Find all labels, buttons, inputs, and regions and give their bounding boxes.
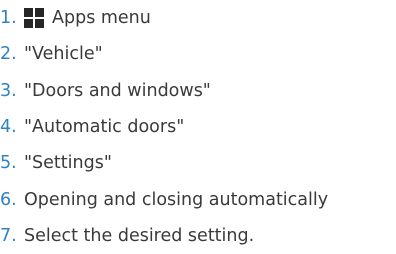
step-number: 7.	[0, 225, 17, 246]
step-item: 3. "Doors and windows"	[0, 73, 396, 109]
step-item: 2. "Vehicle"	[0, 36, 396, 72]
instruction-steps: 1. Apps menu 2. "Vehicle" 3. "Doors and …	[0, 0, 396, 254]
step-item: 1. Apps menu	[0, 0, 396, 36]
step-item: 4. "Automatic doors"	[0, 109, 396, 145]
step-number: 5.	[0, 153, 17, 174]
step-text-container: Apps menu	[24, 8, 151, 29]
step-text: "Vehicle"	[24, 44, 103, 65]
step-text: "Automatic doors"	[24, 117, 185, 138]
step-number: 3.	[0, 80, 17, 101]
step-item: 5. "Settings"	[0, 145, 396, 181]
step-number: 1.	[0, 8, 17, 29]
step-number: 2.	[0, 44, 17, 65]
step-text: Apps menu	[52, 8, 151, 29]
step-number: 6.	[0, 189, 17, 210]
step-text: "Doors and windows"	[24, 80, 211, 101]
step-text: Opening and closing automatically	[24, 189, 329, 210]
step-text: "Settings"	[24, 153, 112, 174]
step-text: Select the desired setting.	[24, 225, 255, 246]
apps-grid-icon	[24, 8, 44, 29]
step-item: 7. Select the desired setting.	[0, 218, 396, 254]
step-number: 4.	[0, 117, 17, 138]
step-item: 6. Opening and closing automatically	[0, 181, 396, 217]
